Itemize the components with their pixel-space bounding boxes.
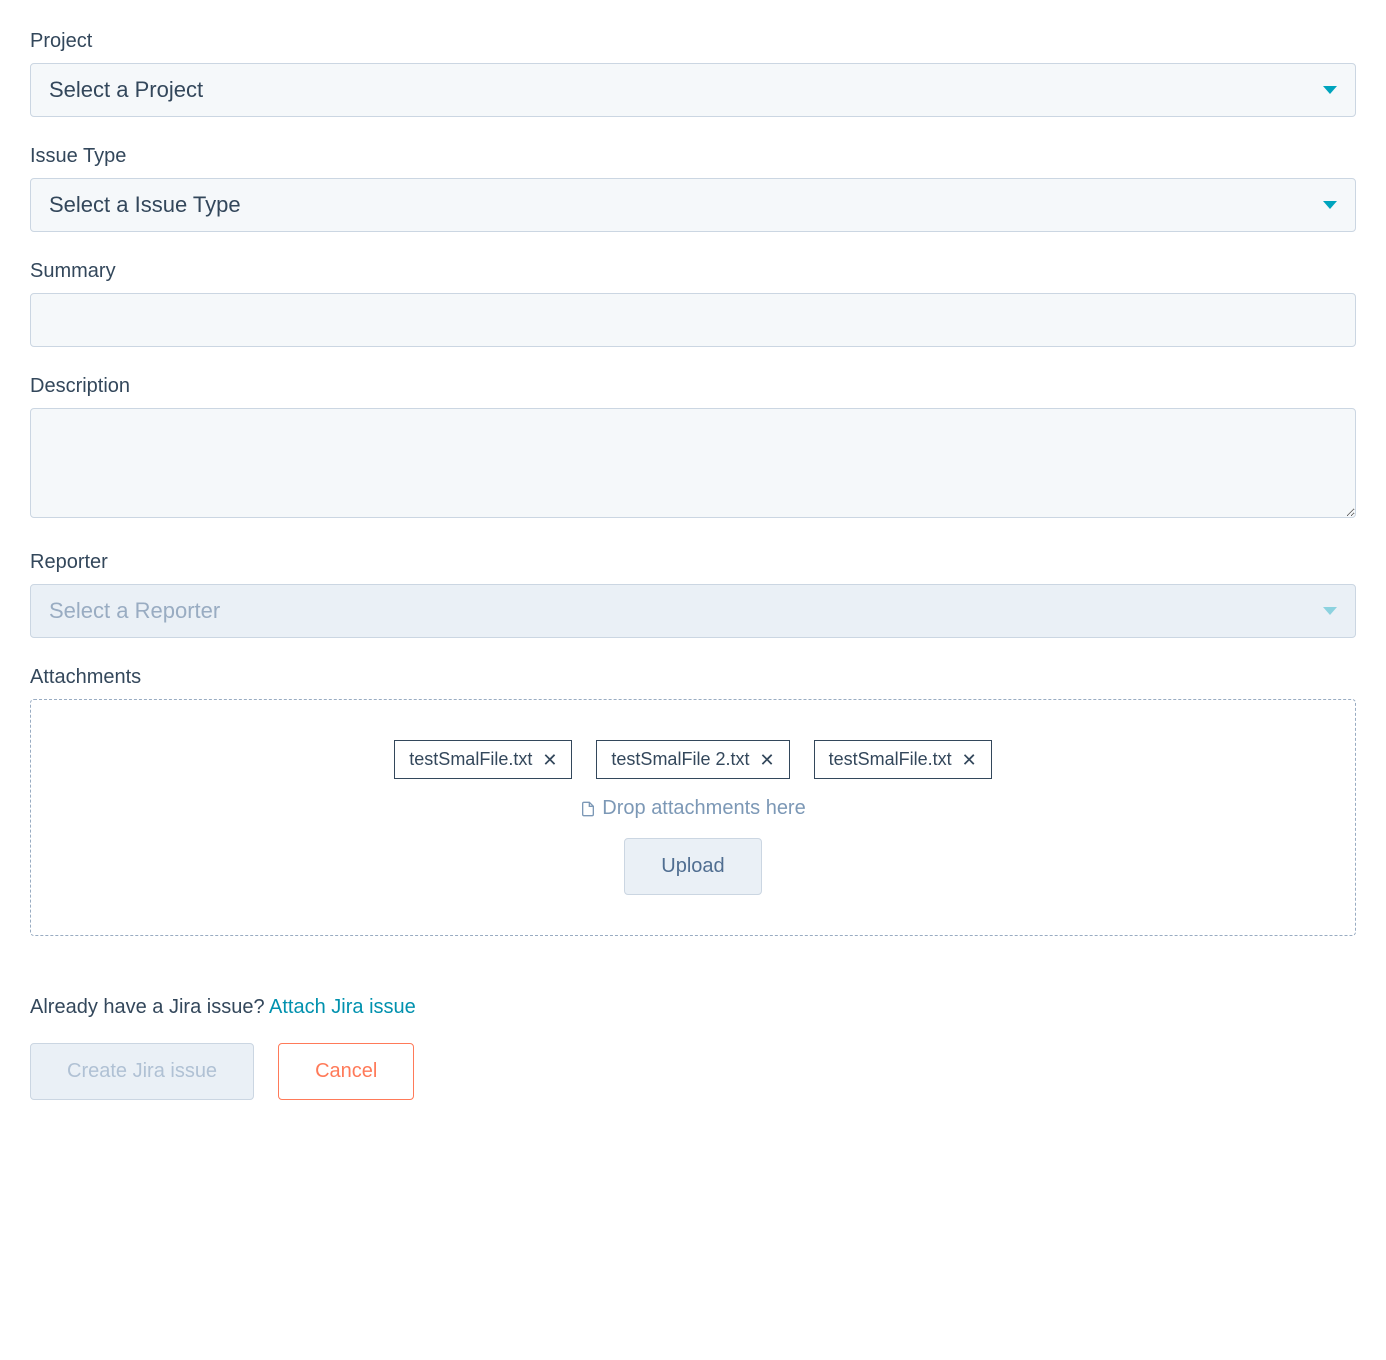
issue-type-select-placeholder: Select a Issue Type bbox=[49, 192, 241, 218]
create-jira-button[interactable]: Create Jira issue bbox=[30, 1043, 254, 1100]
existing-issue-prompt: Already have a Jira issue? Attach Jira i… bbox=[30, 996, 1356, 1019]
reporter-select: Select a Reporter bbox=[30, 584, 1356, 638]
attachment-name: testSmalFile 2.txt bbox=[611, 749, 749, 770]
close-icon[interactable]: ✕ bbox=[542, 751, 557, 769]
caret-down-icon bbox=[1323, 201, 1337, 209]
project-label: Project bbox=[30, 30, 1356, 53]
close-icon[interactable]: ✕ bbox=[962, 751, 977, 769]
cancel-button[interactable]: Cancel bbox=[278, 1043, 414, 1100]
attachment-name: testSmalFile.txt bbox=[829, 749, 952, 770]
reporter-select-placeholder: Select a Reporter bbox=[49, 598, 220, 624]
attach-jira-link[interactable]: Attach Jira issue bbox=[269, 996, 416, 1018]
existing-issue-text: Already have a Jira issue? bbox=[30, 996, 269, 1018]
attachment-name: testSmalFile.txt bbox=[409, 749, 532, 770]
issue-type-select[interactable]: Select a Issue Type bbox=[30, 178, 1356, 232]
attachment-chip: testSmalFile.txt ✕ bbox=[394, 740, 572, 779]
project-select-placeholder: Select a Project bbox=[49, 77, 203, 103]
close-icon[interactable]: ✕ bbox=[759, 751, 774, 769]
attachment-chip: testSmalFile 2.txt ✕ bbox=[596, 740, 789, 779]
file-icon bbox=[580, 799, 596, 819]
reporter-label: Reporter bbox=[30, 551, 1356, 574]
drop-hint: Drop attachments here bbox=[580, 797, 805, 820]
summary-input[interactable] bbox=[30, 293, 1356, 347]
upload-button[interactable]: Upload bbox=[624, 838, 761, 895]
caret-down-icon bbox=[1323, 607, 1337, 615]
description-label: Description bbox=[30, 375, 1356, 398]
description-textarea[interactable] bbox=[30, 408, 1356, 518]
attachments-list: testSmalFile.txt ✕ testSmalFile 2.txt ✕ … bbox=[394, 740, 991, 779]
attachments-label: Attachments bbox=[30, 666, 1356, 689]
drop-hint-text: Drop attachments here bbox=[602, 797, 805, 820]
issue-type-label: Issue Type bbox=[30, 145, 1356, 168]
attachments-dropzone[interactable]: testSmalFile.txt ✕ testSmalFile 2.txt ✕ … bbox=[30, 699, 1356, 936]
project-select[interactable]: Select a Project bbox=[30, 63, 1356, 117]
summary-label: Summary bbox=[30, 260, 1356, 283]
caret-down-icon bbox=[1323, 86, 1337, 94]
attachment-chip: testSmalFile.txt ✕ bbox=[814, 740, 992, 779]
